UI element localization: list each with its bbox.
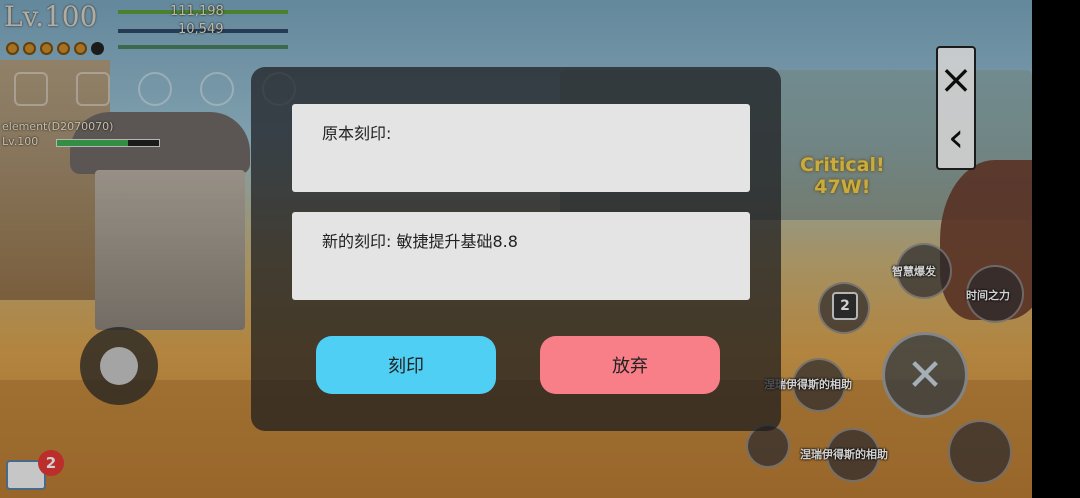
engrave-dialog: 原本刻印: 新的刻印: 敏捷提升基础8.8 刻印 放弃	[251, 67, 781, 431]
original-engraving-label: 原本刻印:	[322, 124, 392, 143]
engrave-button[interactable]: 刻印	[316, 336, 496, 394]
new-engraving-label: 新的刻印: 敏捷提升基础8.8	[322, 232, 518, 251]
abandon-button[interactable]: 放弃	[540, 336, 720, 394]
screen-edge-bar	[1032, 0, 1080, 498]
new-engraving-box: 新的刻印: 敏捷提升基础8.8	[292, 212, 750, 300]
original-engraving-box: 原本刻印:	[292, 104, 750, 192]
game-scene: Lv.100 111,198 10,549 element(D2070070) …	[0, 0, 1032, 498]
